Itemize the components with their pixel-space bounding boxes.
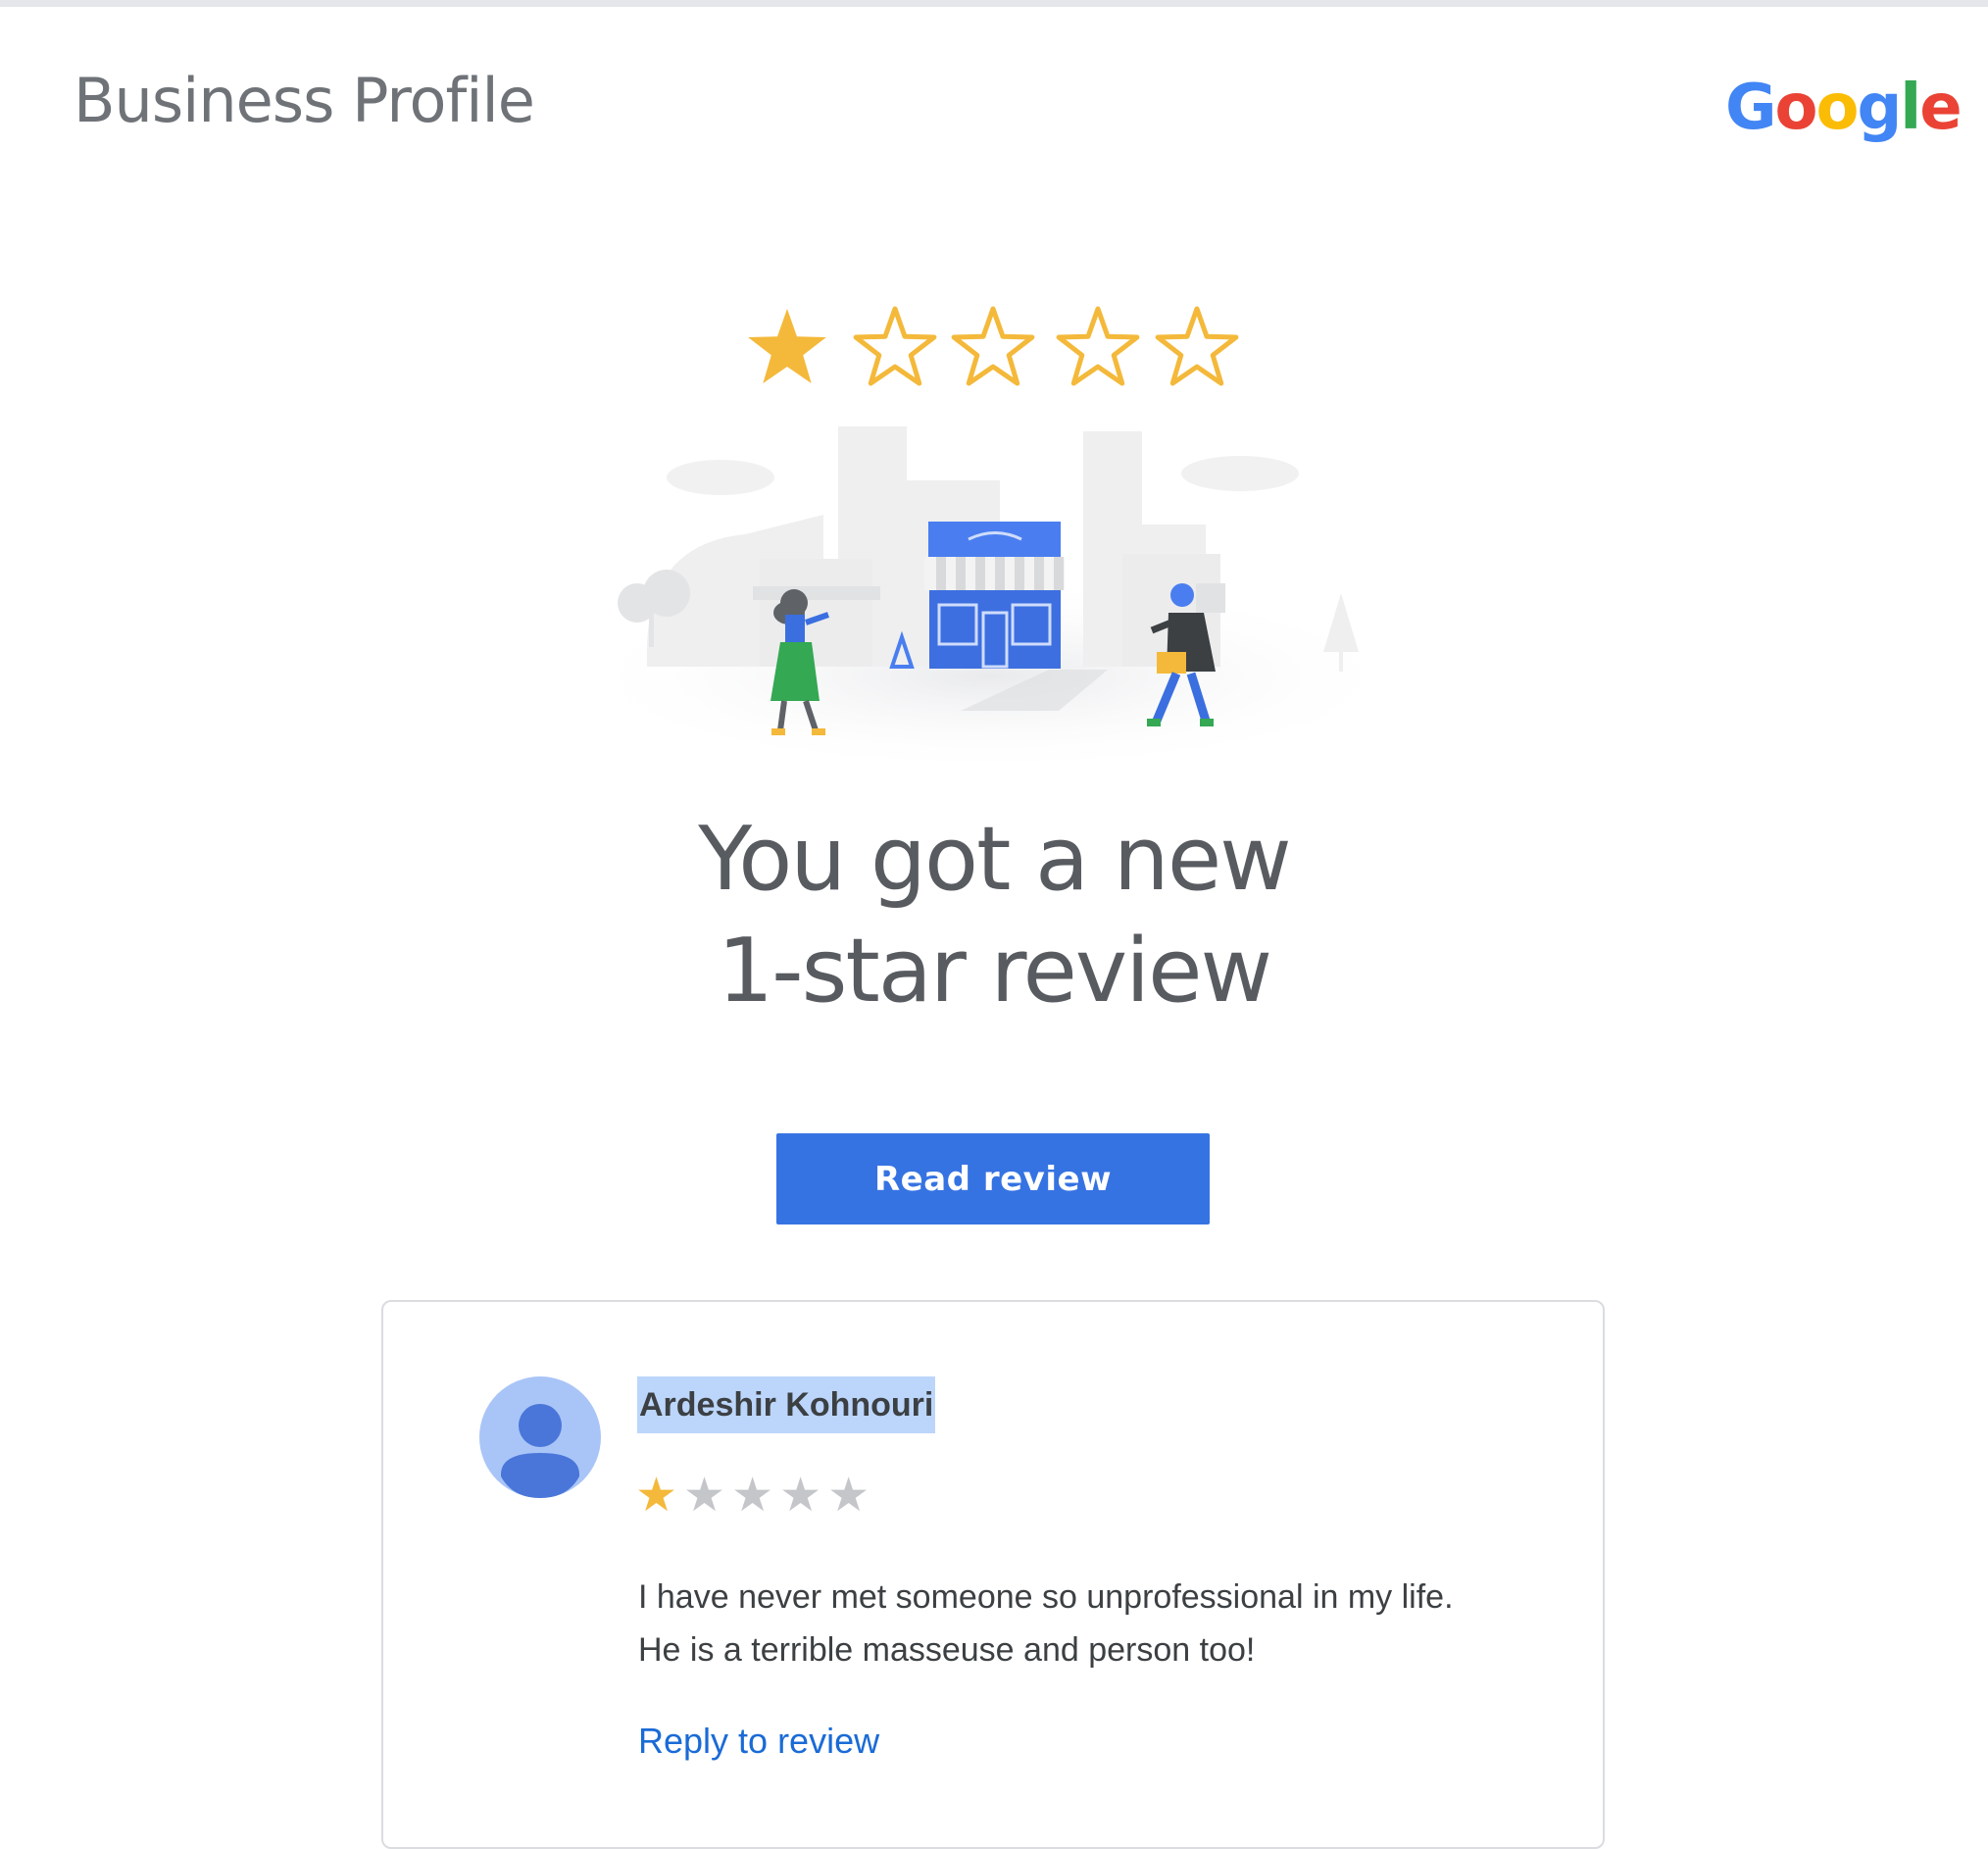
google-logo: Google [1725,72,1963,144]
top-divider [0,0,1988,7]
google-logo-letter: e [1919,72,1962,144]
review-text-line-1: I have never met someone so unprofession… [638,1578,1454,1616]
rating-stars-small: ★ ★ ★ ★ ★ [635,1471,870,1520]
reviewer-name[interactable]: Ardeshir Kohnouri [637,1376,936,1433]
headline-line-1: You got a new [698,808,1292,911]
star-empty-icon: ★ [779,1468,822,1523]
person-avatar-icon [479,1376,601,1498]
star-outline-icon [1155,306,1239,386]
google-logo-letter: g [1857,72,1902,144]
star-filled-icon: ★ [635,1468,678,1523]
google-logo-letter: o [1774,72,1818,144]
star-outline-icon [853,306,937,386]
headline-line-2: 1-star review [717,920,1272,1023]
star-empty-icon: ★ [827,1468,870,1523]
business-profile-title: Business Profile [74,65,535,136]
reply-to-review-link[interactable]: Reply to review [638,1718,879,1765]
google-logo-letter: l [1900,72,1921,144]
star-empty-icon: ★ [683,1468,726,1523]
star-filled-icon [748,309,826,383]
read-review-button[interactable]: Read review [776,1133,1210,1224]
review-text: I have never met someone so unprofession… [638,1571,1520,1676]
review-text-line-2: He is a terrible masseuse and person too… [638,1631,1256,1669]
google-logo-letter: G [1725,72,1777,144]
star-empty-icon: ★ [731,1468,774,1523]
star-outline-icon [951,306,1035,386]
headline: You got a new 1-star review [504,804,1484,1027]
star-outline-icon [1056,306,1140,386]
google-logo-letter: o [1815,72,1860,144]
rating-stars-large [748,306,1239,386]
storefront-illustration [559,426,1421,775]
